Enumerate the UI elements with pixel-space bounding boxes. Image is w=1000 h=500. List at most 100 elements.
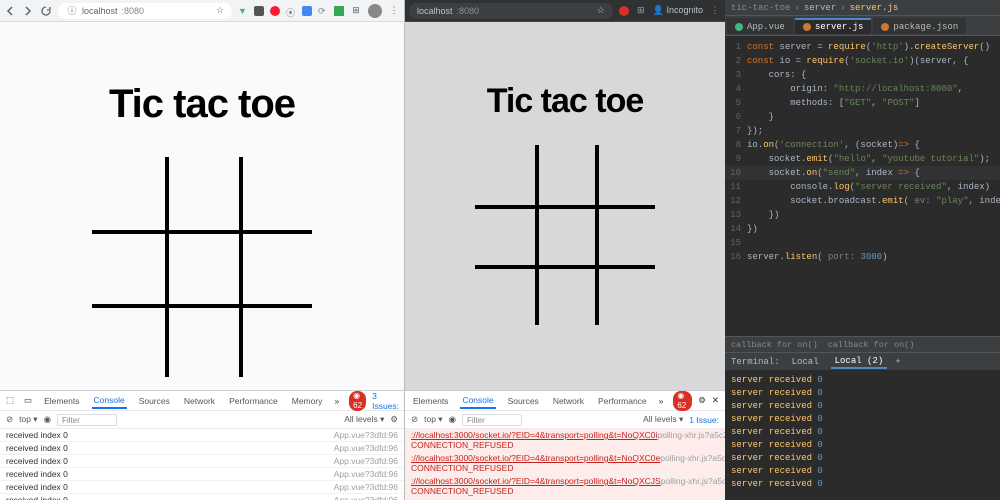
reload-icon[interactable] [40,5,52,17]
code-line[interactable]: 14}) [725,222,1000,236]
term-tab-local2[interactable]: Local (2) [831,355,888,369]
tab-performance[interactable]: Performance [227,394,280,408]
code-line[interactable]: 3 cors: { [725,68,1000,82]
url-port: :8080 [122,6,145,16]
code-editor[interactable]: 1const server = require('http').createSe… [725,36,1000,336]
ext-icon-5[interactable] [334,6,344,16]
console-row: received index 0App.vue?3dfd:96 [0,468,404,481]
editor-tab[interactable]: server.js [795,18,872,34]
crumb-project[interactable]: tic-tac-toe [731,3,790,13]
browser-window-incognito: localhost:8080 ☆ ⊞ 👤 Incognito ⋮ Tic tac… [405,0,725,500]
code-line[interactable]: 15 [725,236,1000,250]
code-line[interactable]: 6 } [725,110,1000,124]
error-badge[interactable]: ◉ 62 [349,391,366,411]
tab-elements[interactable]: Elements [411,394,450,408]
terminal-line: server received 0 [731,413,1000,426]
menu-icon[interactable]: ⋮ [388,5,400,17]
tab-network[interactable]: Network [551,394,586,408]
context-selector[interactable]: top ▾ [424,414,442,425]
terminal-line: server received 0 [731,400,1000,413]
address-bar[interactable]: ⓘ localhost:8080 ☆ [58,3,232,19]
close-icon[interactable]: ✕ [712,395,719,406]
levels-selector[interactable]: All levels ▾ [344,414,384,425]
ext-vue-icon[interactable]: ▼ [238,6,248,16]
tab-console[interactable]: Console [460,393,495,409]
code-line[interactable]: 13 }) [725,208,1000,222]
issues-badge[interactable]: 1 Issue: [689,415,719,425]
breadcrumb-footer: callback for on() callback for on() [725,336,1000,352]
profile-avatar[interactable] [368,4,382,18]
code-line[interactable]: 9 socket.emit("hello", "youtube tutorial… [725,152,1000,166]
terminal-tabs: Terminal: Local Local (2) + [725,352,1000,370]
device-icon[interactable]: ▭ [24,395,32,406]
issues-badge[interactable]: 3 Issues: [372,391,399,411]
crumb-file[interactable]: server.js [850,3,899,13]
gear-icon[interactable]: ⚙ [698,395,706,406]
code-line[interactable]: 2const io = require('socket.io')(server,… [725,54,1000,68]
tab-sources[interactable]: Sources [137,394,172,408]
tab-memory[interactable]: Memory [290,394,325,408]
error-badge[interactable]: ◉ 62 [673,391,692,411]
star-icon[interactable]: ☆ [597,5,605,16]
ide-window: tic-tac-toe › server › server.js App.vue… [725,0,1000,500]
crumb-folder[interactable]: server [804,3,836,13]
forward-icon[interactable] [22,5,34,17]
tab-performance[interactable]: Performance [596,394,649,408]
clear-console-icon[interactable]: ⊘ [6,414,13,425]
terminal-output[interactable]: server received 0server received 0server… [725,370,1000,500]
extensions-icon[interactable]: ⊞ [350,5,362,17]
tab-more[interactable]: » [659,396,664,406]
tab-elements[interactable]: Elements [42,394,81,408]
tab-console[interactable]: Console [92,393,127,409]
devtools-tabs: Elements Console Sources Network Perform… [405,391,725,411]
code-line[interactable]: 5 methods: ["GET", "POST"] [725,96,1000,110]
ext-icon-2[interactable]: ⦿ [286,6,296,16]
filter-input[interactable]: Filter [57,414,117,426]
eye-icon[interactable]: ◉ [449,414,456,425]
menu-icon[interactable]: ⋮ [709,5,721,17]
tictactoe-board[interactable] [475,145,655,325]
tictactoe-board[interactable] [92,157,312,377]
term-tab-local[interactable]: Local [788,356,823,368]
inspect-icon[interactable]: ⬚ [6,395,14,406]
levels-selector[interactable]: All levels ▾ [643,414,683,425]
star-icon[interactable]: ☆ [216,5,224,16]
console-log: received index 0App.vue?3dfd:96 received … [0,429,404,500]
ext-icon[interactable] [619,6,629,16]
terminal-line: server received 0 [731,465,1000,478]
eye-icon[interactable]: ◉ [44,414,51,425]
code-line[interactable]: 16server.listen( port: 3000) [725,250,1000,264]
code-line[interactable]: 7}); [725,124,1000,138]
code-line[interactable]: 4 origin: "http://localhost:8080", [725,82,1000,96]
code-line[interactable]: 10 socket.on("send", index => { [725,166,1000,180]
console-row: received index 0App.vue?3dfd:96 [0,494,404,500]
code-line[interactable]: 11 console.log("server received", index) [725,180,1000,194]
ext-icon-3[interactable] [302,6,312,16]
console-row: received index 0App.vue?3dfd:96 [0,429,404,442]
terminal-line: server received 0 [731,478,1000,491]
clear-console-icon[interactable]: ⊘ [411,414,418,425]
term-add-icon[interactable]: + [895,357,900,367]
back-icon[interactable] [4,5,16,17]
gear-icon[interactable]: ⚙ [390,414,398,425]
ext-icon-4[interactable]: ⟳ [318,6,328,16]
code-line[interactable]: 1const server = require('http').createSe… [725,40,1000,54]
extensions-icon[interactable]: ⊞ [635,5,647,17]
code-line[interactable]: 8io.on('connection', (socket)=> { [725,138,1000,152]
breadcrumb: tic-tac-toe › server › server.js [725,0,1000,16]
editor-tab[interactable]: App.vue [727,18,793,34]
browser-window-light: ⓘ localhost:8080 ☆ ▼ ⦿ ⟳ ⊞ ⋮ Tic tac toe… [0,0,405,500]
page-title: Tic tac toe [487,82,644,121]
ext-icon[interactable] [254,6,264,16]
tab-sources[interactable]: Sources [506,394,541,408]
filter-input[interactable]: Filter [462,414,522,426]
tab-network[interactable]: Network [182,394,217,408]
address-bar[interactable]: localhost:8080 ☆ [409,3,613,19]
console-filter-bar: ⊘ top ▾ ◉ Filter All levels ▾ 1 Issue: [405,411,725,429]
page-content: Tic tac toe [405,22,725,390]
editor-tab[interactable]: package.json [873,18,966,34]
code-line[interactable]: 12 socket.broadcast.emit( ev: "play", in… [725,194,1000,208]
context-selector[interactable]: top ▾ [19,414,37,425]
tab-more[interactable]: » [334,396,339,406]
ext-opera-icon[interactable] [270,6,280,16]
